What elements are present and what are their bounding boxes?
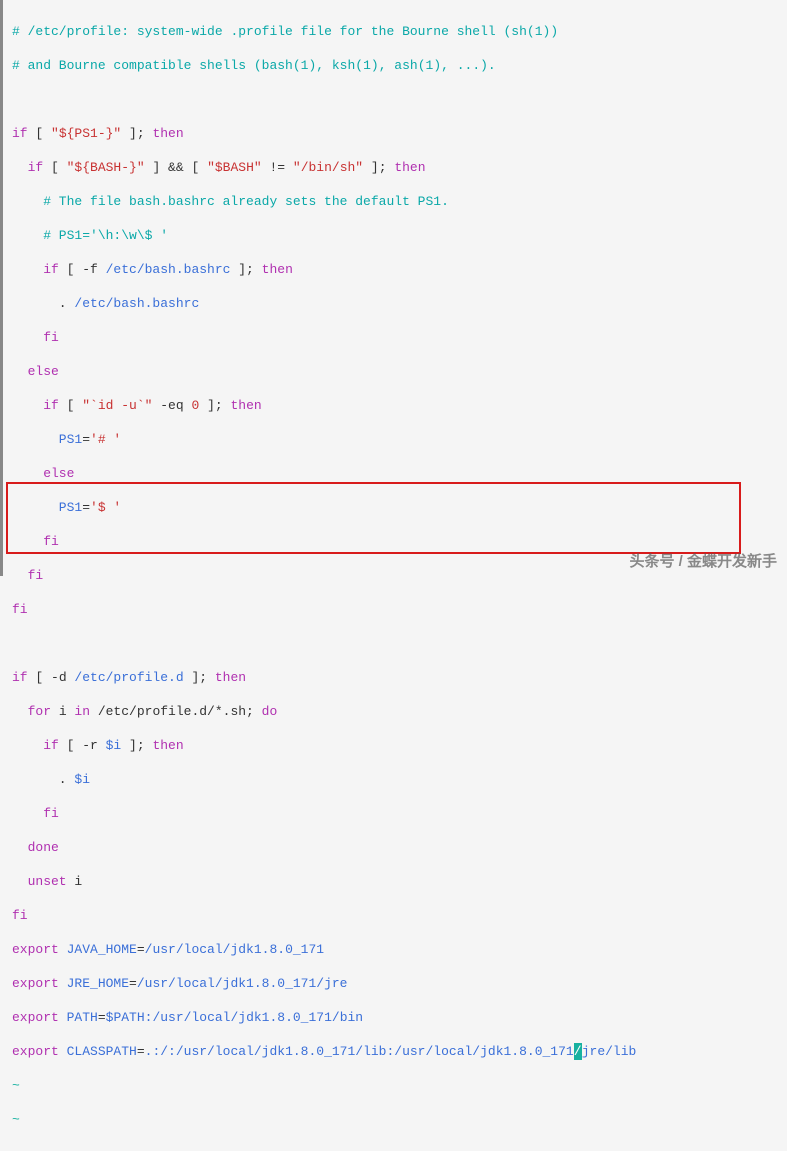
code-line: for i in /etc/profile.d/*.sh; do [12, 703, 779, 720]
vim-empty-line: ~ [12, 1111, 779, 1128]
code-line: PS1='$ ' [12, 499, 779, 516]
code-line: # and Bourne compatible shells (bash(1),… [12, 57, 779, 74]
code-line: done [12, 839, 779, 856]
code-line [12, 635, 779, 652]
vim-empty-line: ~ [12, 1077, 779, 1094]
code-line: export CLASSPATH=.:/:/usr/local/jdk1.8.0… [12, 1043, 779, 1060]
code-line: fi [12, 329, 779, 346]
code-line: if [ -r $i ]; then [12, 737, 779, 754]
cursor-icon: / [574, 1043, 582, 1060]
code-line: if [ "`id -u`" -eq 0 ]; then [12, 397, 779, 414]
code-line: else [12, 363, 779, 380]
code-line: fi [12, 907, 779, 924]
code-line: if [ -d /etc/profile.d ]; then [12, 669, 779, 686]
code-line: export JAVA_HOME=/usr/local/jdk1.8.0_171 [12, 941, 779, 958]
code-line: fi [12, 805, 779, 822]
code-line: . /etc/bash.bashrc [12, 295, 779, 312]
code-line: . $i [12, 771, 779, 788]
code-line: if [ "${BASH-}" ] && [ "$BASH" != "/bin/… [12, 159, 779, 176]
code-line: fi [12, 533, 779, 550]
code-line: # The file bash.bashrc already sets the … [12, 193, 779, 210]
code-line: if [ "${PS1-}" ]; then [12, 125, 779, 142]
code-line: # /etc/profile: system-wide .profile fil… [12, 23, 779, 40]
code-line: PS1='# ' [12, 431, 779, 448]
code-line: unset i [12, 873, 779, 890]
watermark-text: 头条号 / 金蝶开发新手 [629, 553, 777, 570]
code-line: else [12, 465, 779, 482]
code-line: fi [12, 601, 779, 618]
code-line: export PATH=$PATH:/usr/local/jdk1.8.0_17… [12, 1009, 779, 1026]
code-line: # PS1='\h:\w\$ ' [12, 227, 779, 244]
code-line [12, 91, 779, 108]
code-line: if [ -f /etc/bash.bashrc ]; then [12, 261, 779, 278]
code-line: export JRE_HOME=/usr/local/jdk1.8.0_171/… [12, 975, 779, 992]
